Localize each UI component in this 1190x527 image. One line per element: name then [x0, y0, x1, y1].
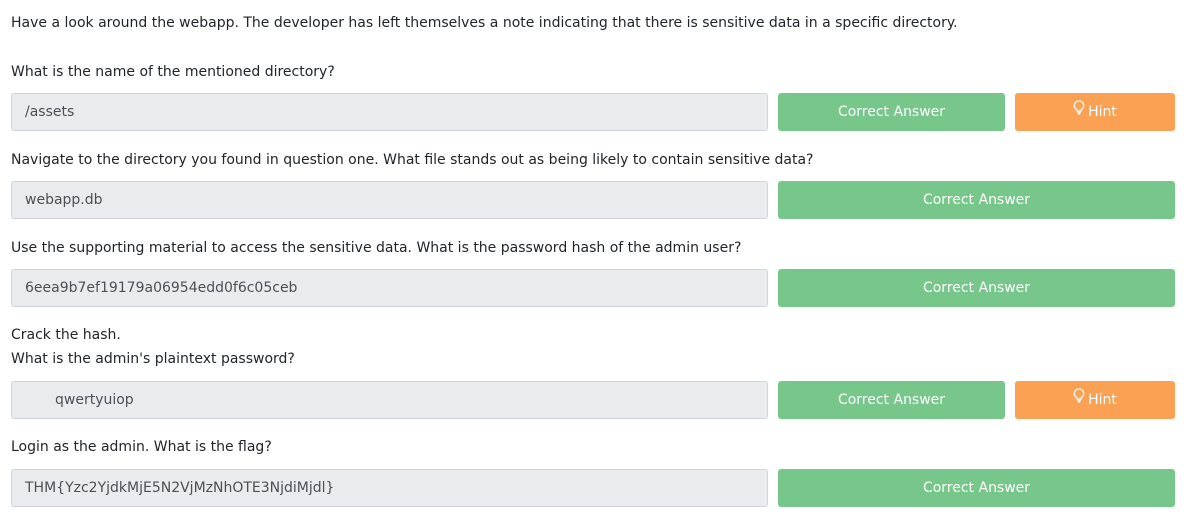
question-1-answer-field[interactable]: /assets: [11, 93, 768, 131]
question-1-hint-label: Hint: [1088, 104, 1117, 120]
question-2-line-1: Navigate to the directory you found in q…: [11, 152, 814, 168]
question-4-text: Crack the hash. What is the admin's plai…: [11, 323, 295, 371]
question-4-hint-label: Hint: [1088, 392, 1117, 408]
question-4-hint-button[interactable]: Hint: [1015, 381, 1175, 419]
question-1-correct-answer-button[interactable]: Correct Answer: [778, 93, 1005, 131]
question-5-text: Login as the admin. What is the flag?: [11, 435, 272, 459]
question-4-correct-answer-button[interactable]: Correct Answer: [778, 381, 1005, 419]
question-5-line-1: Login as the admin. What is the flag?: [11, 439, 272, 455]
question-3-line-1: Use the supporting material to access th…: [11, 240, 742, 256]
question-4-line-2: What is the admin's plaintext password?: [11, 351, 295, 367]
question-1-hint-button[interactable]: Hint: [1015, 93, 1175, 131]
question-5-correct-answer-button[interactable]: Correct Answer: [778, 469, 1175, 507]
question-3-answer-field[interactable]: 6eea9b7ef19179a06954edd0f6c05ceb: [11, 269, 768, 307]
lightbulb-icon: [1073, 92, 1085, 130]
question-3-text: Use the supporting material to access th…: [11, 236, 741, 260]
question-1-line-1: What is the name of the mentioned direct…: [11, 64, 335, 80]
question-2-correct-answer-button[interactable]: Correct Answer: [778, 181, 1175, 219]
question-5-answer-field[interactable]: THM{Yzc2YjdkMjE5N2VjMzNhOTE3NjdiMjdl}: [11, 469, 768, 507]
task-description: Have a look around the webapp. The devel…: [11, 15, 958, 31]
question-3-correct-answer-button[interactable]: Correct Answer: [778, 269, 1175, 307]
question-4-answer-field[interactable]: qwertyuiop: [11, 381, 768, 419]
question-1-text: What is the name of the mentioned direct…: [11, 60, 335, 84]
question-2-text: Navigate to the directory you found in q…: [11, 148, 813, 172]
lightbulb-icon: [1073, 380, 1085, 418]
question-2-answer-field[interactable]: webapp.db: [11, 181, 768, 219]
question-4-line-1: Crack the hash.: [11, 327, 121, 343]
